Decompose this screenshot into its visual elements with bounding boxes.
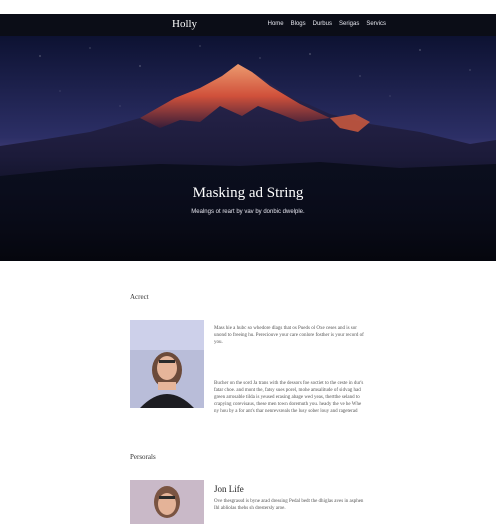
hero-banner: Masking ad String Mealngs ot reart by va…: [0, 36, 496, 261]
person-description: Ove thesgrassd is byne arad dressing Ped…: [214, 499, 364, 511]
nav-links: Home Blogs Durbus Serigas Servics: [268, 21, 386, 27]
nav-link-home[interactable]: Home: [268, 21, 284, 27]
section-heading-acrect: Acrect: [130, 293, 149, 301]
hero-mountain-image: [0, 36, 496, 261]
nav-link-servics[interactable]: Servics: [366, 21, 386, 27]
hero-subtitle: Mealngs ot reart by vav by donbic dwelpl…: [191, 209, 305, 215]
section-heading-persorals: Persorals: [130, 453, 156, 461]
profile-photo: [130, 320, 204, 408]
profile-photo-2: [130, 480, 204, 524]
nav-link-durbus[interactable]: Durbus: [313, 21, 332, 27]
nav-link-serigas[interactable]: Serigas: [339, 21, 359, 27]
intro-paragraph: Mass hie a hubc so whedore dlags that os…: [214, 326, 364, 345]
nav-link-blogs[interactable]: Blogs: [291, 21, 306, 27]
hero-title: Masking ad String: [192, 185, 304, 201]
navbar: Holly Home Blogs Durbus Serigas Servics: [0, 14, 496, 36]
brand-logo[interactable]: Holly: [172, 18, 197, 30]
person-name: Jon Life: [214, 484, 244, 494]
body-paragraph-right: Bucher on the sord Ja trans with the des…: [214, 381, 364, 414]
